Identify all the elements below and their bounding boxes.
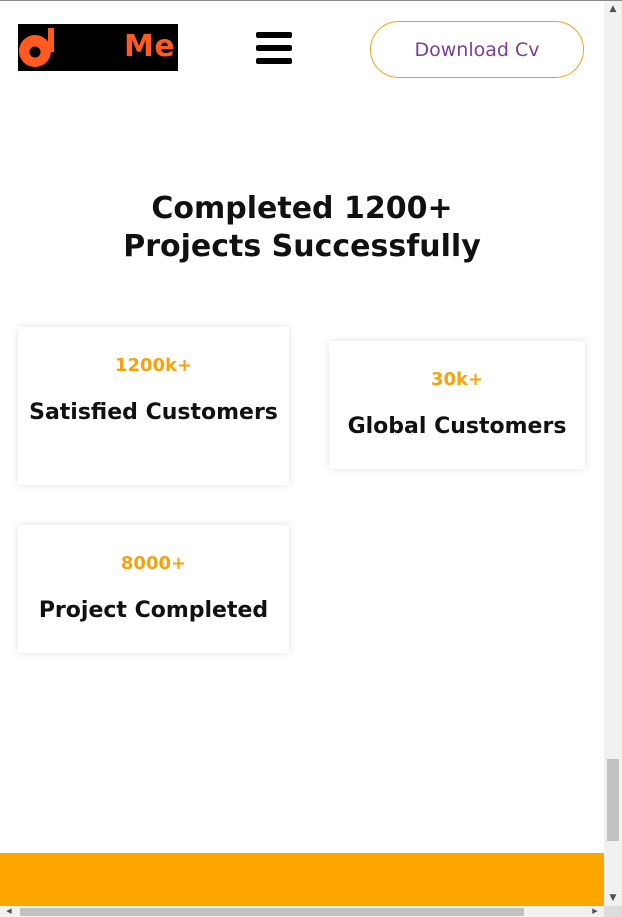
logo-mark-icon: [19, 28, 54, 67]
section-title-line-1: Completed 1200+: [151, 191, 453, 226]
scrollbar-corner: [604, 906, 622, 917]
logo-text: Me: [124, 29, 176, 64]
vertical-scrollbar[interactable]: ▲ ▼: [604, 1, 622, 906]
stat-card-satisfied-customers: 1200k+ Satisfied Customers: [18, 327, 289, 485]
horizontal-scroll-thumb[interactable]: [20, 908, 524, 916]
footer-accent-band: [0, 853, 604, 906]
horizontal-scrollbar[interactable]: ◀ ▶: [0, 906, 604, 917]
stat-value: 8000+: [120, 553, 187, 574]
scroll-up-arrow-icon[interactable]: ▲: [604, 1, 622, 17]
page-viewport: Me Download Cv Completed 1200+ Projects …: [0, 1, 604, 906]
stat-value: 1200k+: [114, 355, 193, 376]
menu-bar: [256, 32, 292, 38]
stat-card-global-customers: 30k+ Global Customers: [329, 341, 585, 469]
scroll-right-arrow-icon[interactable]: ▶: [588, 906, 602, 917]
stat-value: 30k+: [430, 369, 484, 390]
vertical-scroll-thumb[interactable]: [607, 759, 619, 841]
hamburger-menu-icon[interactable]: [256, 32, 292, 66]
section-title: Completed 1200+ Projects Successfully: [0, 190, 604, 266]
stat-label: Global Customers: [347, 414, 567, 439]
stat-label: Project Completed: [38, 598, 269, 623]
menu-bar: [256, 58, 292, 64]
site-logo[interactable]: Me: [18, 24, 178, 71]
section-title-line-2: Projects Successfully: [123, 229, 481, 264]
stat-label: Satisfied Customers: [29, 400, 278, 425]
menu-bar: [256, 45, 292, 51]
scroll-left-arrow-icon[interactable]: ◀: [2, 906, 16, 917]
stat-card-project-completed: 8000+ Project Completed: [18, 525, 289, 653]
download-cv-button[interactable]: Download Cv: [370, 21, 584, 78]
scroll-down-arrow-icon[interactable]: ▼: [604, 890, 622, 906]
